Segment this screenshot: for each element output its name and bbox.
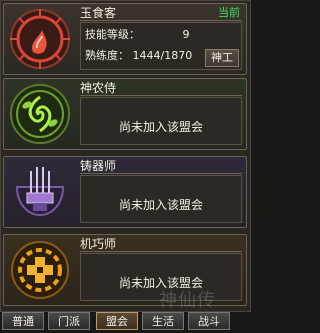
tab-normal[interactable]: 普通	[2, 312, 44, 330]
guild-card-shennongshi[interactable]: 神农侍 尚未加入该盟会	[3, 78, 247, 150]
proficiency-label: 熟练度：	[85, 49, 129, 62]
guild-card-zhuqishi[interactable]: 铸器师 尚未加入该盟会	[3, 156, 247, 228]
guild-name: 铸器师	[80, 159, 117, 173]
proficiency-row: 熟练度： 1444/1870	[85, 47, 192, 63]
current-status-badge: 当前	[218, 6, 240, 19]
guild-name: 玉食客	[80, 6, 117, 20]
tab-combat[interactable]: 战斗	[188, 312, 230, 330]
shennongshi-title-bar: 神农侍	[80, 81, 242, 96]
tab-sect[interactable]: 门派	[48, 312, 90, 330]
not-joined-text: 尚未加入该盟会	[118, 120, 203, 134]
shennongshi-body: 尚未加入该盟会	[80, 97, 242, 145]
tab-life[interactable]: 生活	[142, 312, 184, 330]
jiqiaoshi-emblem-icon	[6, 237, 74, 303]
rank-button[interactable]: 神工	[205, 49, 239, 67]
zhuqishi-title-bar: 铸器师	[80, 159, 242, 174]
jiqiaoshi-title-bar: 机巧师	[80, 237, 242, 252]
shennongshi-emblem-icon	[6, 81, 74, 147]
guild-name: 神农侍	[80, 81, 117, 95]
zhuqishi-body: 尚未加入该盟会	[80, 175, 242, 223]
category-tab-bar: 普通 门派 盟会 生活 战斗	[0, 312, 251, 332]
zhuqishi-emblem-icon	[6, 159, 74, 225]
skill-level-label: 技能等级：	[85, 28, 140, 41]
yushike-emblem-icon	[6, 6, 74, 72]
guild-panel: 玉食客 当前 技能等级： 9 熟练度： 1444/1870 神工 神农侍 尚未加…	[0, 0, 251, 312]
tab-guild[interactable]: 盟会	[96, 312, 138, 330]
watermark-text: 神仙传	[159, 290, 216, 311]
skill-level-value: 9	[182, 28, 190, 41]
not-joined-text: 尚未加入该盟会	[118, 198, 203, 212]
yushike-stats: 技能等级： 9 熟练度： 1444/1870 神工	[80, 22, 242, 70]
yushike-title-bar: 玉食客 当前	[80, 6, 242, 21]
skill-level-row: 技能等级： 9	[85, 26, 190, 42]
proficiency-value: 1444/1870	[132, 49, 193, 62]
guild-name: 机巧师	[80, 237, 117, 251]
guild-card-yushike[interactable]: 玉食客 当前 技能等级： 9 熟练度： 1444/1870 神工	[3, 3, 247, 75]
